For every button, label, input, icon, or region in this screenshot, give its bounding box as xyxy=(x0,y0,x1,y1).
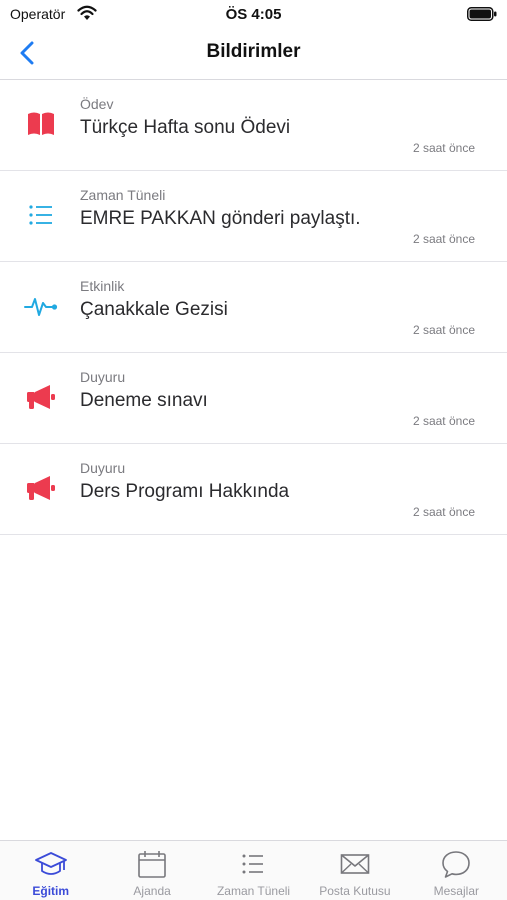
notification-time: 2 saat önce xyxy=(412,323,475,337)
notification-category: Zaman Tüneli xyxy=(80,187,166,203)
tab-posta-kutusu[interactable]: Posta Kutusu xyxy=(304,841,405,900)
navigation-bar: Bildirimler xyxy=(0,28,507,80)
status-bar: Operatör ÖS 4:05 xyxy=(0,0,507,28)
notification-title: Deneme sınavı xyxy=(80,390,208,411)
notification-category: Duyuru xyxy=(80,460,126,476)
page-title: Bildirimler xyxy=(206,41,301,62)
battery-icon xyxy=(467,7,497,21)
calendar-icon xyxy=(135,848,169,880)
notification-time: 2 saat önce xyxy=(412,505,475,519)
notification-time: 2 saat önce xyxy=(412,232,475,246)
notification-time: 2 saat önce xyxy=(412,414,475,428)
notification-time: 2 saat önce xyxy=(412,141,475,155)
tab-ajanda[interactable]: Ajanda xyxy=(101,841,202,900)
envelope-icon xyxy=(338,848,372,880)
notification-title: Türkçe Hafta sonu Ödevi xyxy=(80,117,291,138)
tab-mesajlar[interactable]: Mesajlar xyxy=(406,841,507,900)
megaphone-icon xyxy=(24,380,58,414)
notification-title: Çanakkale Gezisi xyxy=(80,299,228,320)
notification-row[interactable]: Duyuru Ders Programı Hakkında 2 saat önc… xyxy=(0,444,507,535)
notification-row[interactable]: Zaman Tüneli EMRE PAKKAN gönderi paylaşt… xyxy=(0,171,507,262)
tab-label: Eğitim xyxy=(32,884,70,898)
tab-label: Mesajlar xyxy=(433,884,479,898)
notification-row[interactable]: Ödev Türkçe Hafta sonu Ödevi 2 saat önce xyxy=(0,80,507,171)
pulse-icon xyxy=(24,289,58,323)
tab-bar: Eğitim Ajanda Zaman Tüneli Posta Kutusu … xyxy=(0,840,507,900)
notification-category: Etkinlik xyxy=(80,278,125,294)
tab-egitim[interactable]: Eğitim xyxy=(0,841,101,900)
notification-title: Ders Programı Hakkında xyxy=(80,481,290,502)
megaphone-icon xyxy=(24,471,58,505)
list-icon xyxy=(24,198,58,232)
list-icon xyxy=(237,848,271,880)
notification-title: EMRE PAKKAN gönderi paylaştı. xyxy=(80,208,361,229)
notification-category: Ödev xyxy=(80,96,114,112)
tab-label: Ajanda xyxy=(133,884,171,898)
notification-row[interactable]: Duyuru Deneme sınavı 2 saat önce xyxy=(0,353,507,444)
book-icon xyxy=(24,107,58,141)
graduation-cap-icon xyxy=(34,848,68,880)
chat-bubble-icon xyxy=(439,848,473,880)
notification-row[interactable]: Etkinlik Çanakkale Gezisi 2 saat önce xyxy=(0,262,507,353)
tab-zaman-tuneli[interactable]: Zaman Tüneli xyxy=(203,841,304,900)
status-time: ÖS 4:05 xyxy=(225,6,282,23)
tab-label: Zaman Tüneli xyxy=(216,884,291,898)
tab-label: Posta Kutusu xyxy=(319,884,391,898)
notification-list: Ödev Türkçe Hafta sonu Ödevi 2 saat önce… xyxy=(0,80,507,535)
notification-category: Duyuru xyxy=(80,369,126,385)
